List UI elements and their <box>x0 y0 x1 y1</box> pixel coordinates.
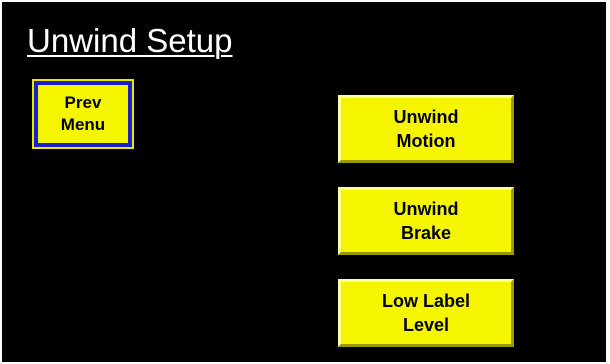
unwind-motion-button[interactable]: Unwind Motion <box>338 95 514 163</box>
hmi-screen: Unwind Setup Prev Menu Unwind Motion Unw… <box>2 2 606 362</box>
page-title: Unwind Setup <box>27 22 233 59</box>
unwind-brake-button[interactable]: Unwind Brake <box>338 187 514 255</box>
low-label-level-button[interactable]: Low Label Level <box>338 279 514 347</box>
prev-menu-button[interactable]: Prev Menu <box>32 79 134 149</box>
prev-menu-label: Prev Menu <box>38 85 128 143</box>
